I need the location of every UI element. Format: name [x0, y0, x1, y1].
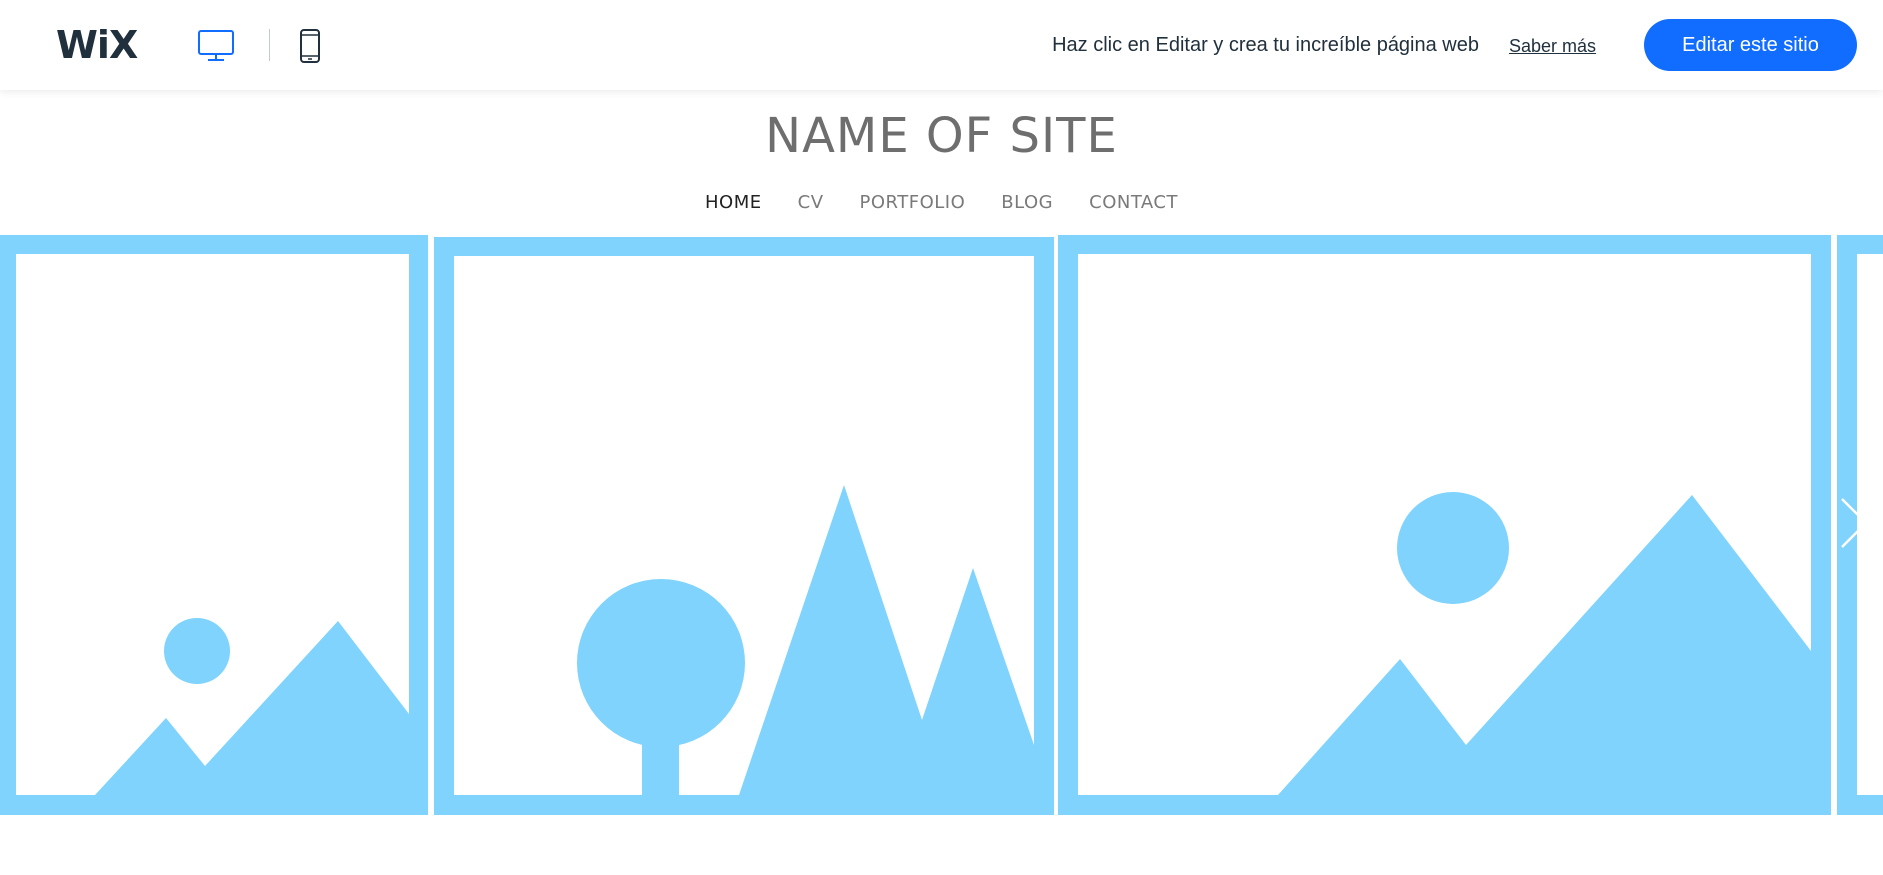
gallery-image-2[interactable] [434, 237, 1054, 815]
gallery-image-3[interactable] [1058, 235, 1831, 815]
nav-item-blog[interactable]: BLOG [983, 191, 1071, 215]
nav-item-contact[interactable]: CONTACT [1071, 191, 1196, 215]
wix-logo[interactable]: WiX [56, 24, 138, 66]
image-gallery [0, 235, 1883, 815]
mobile-icon [300, 29, 320, 63]
nav-item-cv[interactable]: CV [780, 191, 842, 215]
gallery-image-1[interactable] [0, 235, 428, 815]
learn-more-link[interactable]: Saber más [1509, 35, 1596, 57]
mobile-view-button[interactable] [290, 26, 330, 66]
edit-site-button[interactable]: Editar este sitio [1644, 19, 1857, 71]
nav-item-home[interactable]: HOME [687, 191, 780, 215]
site-nav: HOME CV PORTFOLIO BLOG CONTACT [0, 191, 1883, 215]
device-divider [269, 29, 270, 61]
gallery-next-button[interactable] [1834, 495, 1874, 551]
site-title: NAME OF SITE [765, 108, 1118, 164]
promo-text: Haz clic en Editar y crea tu increíble p… [1052, 34, 1479, 56]
desktop-view-button[interactable] [196, 26, 236, 66]
wix-top-bar: WiX Haz clic en Editar y crea tu increíb… [0, 0, 1883, 90]
gallery-strip [0, 235, 1883, 815]
nav-item-portfolio[interactable]: PORTFOLIO [842, 191, 984, 215]
chevron-right-icon [1841, 498, 1868, 548]
desktop-icon [198, 30, 234, 61]
